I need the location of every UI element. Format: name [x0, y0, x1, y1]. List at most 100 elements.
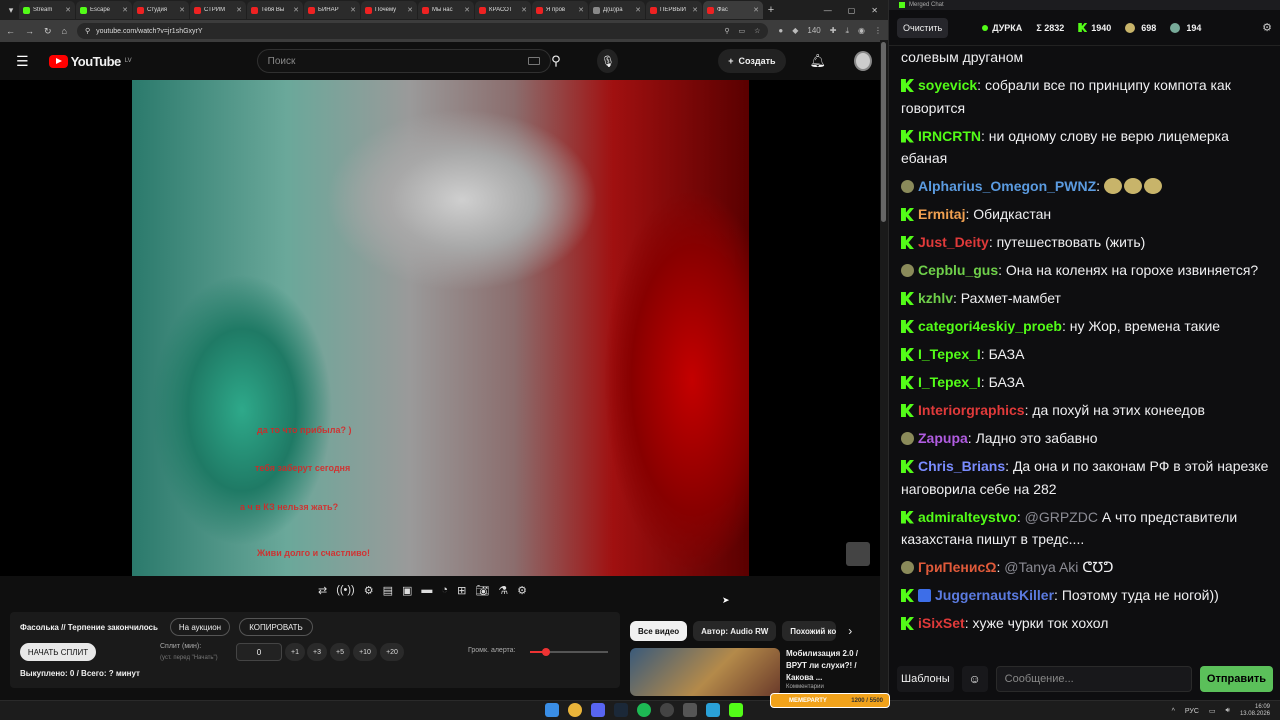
- discord-icon[interactable]: [591, 703, 605, 717]
- chat-username[interactable]: Ermitaj: [918, 206, 965, 222]
- reload-icon[interactable]: ↻: [44, 26, 52, 37]
- browser-tab[interactable]: СТРИМ ✕: [190, 1, 246, 19]
- on-auction-button[interactable]: На аукцион: [170, 618, 230, 636]
- chevron-right-icon[interactable]: ›: [848, 624, 852, 638]
- increment-button[interactable]: +5: [330, 643, 350, 661]
- message-input[interactable]: Сообщение...: [995, 666, 1192, 692]
- video-thumbnail[interactable]: [630, 648, 780, 696]
- chrome-icon[interactable]: [568, 703, 582, 717]
- chat-username[interactable]: Alpharius_Omegon_PWNZ: [918, 178, 1096, 194]
- extension-badge[interactable]: 140: [807, 26, 820, 36]
- lang-indicator[interactable]: РУС: [1185, 708, 1199, 715]
- flask-icon[interactable]: ⚗: [498, 584, 508, 597]
- new-tab-icon[interactable]: +: [764, 4, 778, 16]
- increment-button[interactable]: +3: [307, 643, 327, 661]
- browser-tab[interactable]: Почему ✕: [361, 1, 417, 19]
- back-icon[interactable]: ←: [6, 26, 15, 36]
- start-split-button[interactable]: НАЧАТЬ СПЛИТ: [20, 643, 96, 661]
- keyboard-icon[interactable]: [528, 57, 541, 65]
- chat-username[interactable]: I_Tepex_I: [918, 346, 981, 362]
- browser-tab[interactable]: ПЕРВЫЙ ✕: [646, 1, 702, 19]
- chat-username[interactable]: admiralteystvo: [918, 509, 1017, 525]
- kick-app-icon[interactable]: [729, 703, 743, 717]
- broadcast-icon[interactable]: ((•)): [336, 584, 355, 597]
- chat-username[interactable]: ГриПенисΩ: [918, 559, 996, 575]
- browser-tab[interactable]: КРАСОТ ✕: [475, 1, 531, 19]
- youtube-logo[interactable]: YouTube LV: [48, 54, 132, 69]
- close-tab-icon[interactable]: ✕: [293, 6, 299, 14]
- chip-author[interactable]: Автор: Audio RW: [693, 621, 777, 641]
- chat-username[interactable]: kzhlv: [918, 290, 953, 306]
- split-minutes-input[interactable]: 0: [236, 643, 282, 661]
- browser-tab[interactable]: Д(ш)ра ✕: [589, 1, 645, 19]
- search-input[interactable]: Поиск: [256, 49, 552, 73]
- forward-icon[interactable]: →: [25, 26, 34, 36]
- chip-all-videos[interactable]: Все видео: [630, 621, 688, 641]
- home-icon[interactable]: ⌂: [62, 26, 67, 36]
- obs-icon[interactable]: [660, 703, 674, 717]
- chat-mention[interactable]: @GRPZDC: [1025, 509, 1098, 525]
- close-window-icon[interactable]: ✕: [871, 6, 878, 15]
- scrollbar-thumb[interactable]: [881, 42, 886, 222]
- clear-button[interactable]: Очистить: [897, 17, 949, 38]
- close-tab-icon[interactable]: ✕: [350, 6, 356, 14]
- chat-username[interactable]: Zapupa: [918, 430, 968, 446]
- alert-volume-slider[interactable]: [530, 648, 608, 656]
- close-tab-icon[interactable]: ✕: [65, 6, 71, 14]
- increment-button[interactable]: +20: [380, 643, 404, 661]
- chat-settings-gear-icon[interactable]: ⚙: [1262, 21, 1272, 34]
- page-scrollbar[interactable]: [880, 40, 888, 700]
- chat-username[interactable]: soyevick: [918, 77, 977, 93]
- templates-button[interactable]: Шаблоны: [897, 666, 954, 692]
- download-icon[interactable]: ⤓: [845, 26, 849, 36]
- tray-arrow-icon[interactable]: ^: [1172, 708, 1175, 715]
- clock[interactable]: 16:09 13.08.2026: [1240, 704, 1270, 718]
- minimize-icon[interactable]: —: [824, 6, 832, 15]
- settings-video-icon[interactable]: ⚙: [364, 584, 374, 597]
- copy-button[interactable]: КОПИРОВАТЬ: [239, 618, 313, 636]
- bell-icon[interactable]: 🔔︎: [810, 53, 827, 69]
- site-info-icon[interactable]: ⚲: [85, 27, 90, 35]
- chat-username[interactable]: JuggernautsKiller: [935, 587, 1054, 603]
- chat-username[interactable]: iSixSet: [918, 615, 965, 631]
- emoji-icon[interactable]: ☺: [961, 666, 988, 692]
- cast-icon[interactable]: ▭: [739, 27, 746, 35]
- url-field[interactable]: ⚲ youtube.com/watch?v=jr1shGxyrY ⚲ ▭ ☆: [76, 23, 769, 39]
- browser-tab[interactable]: Escape ✕: [76, 1, 132, 19]
- hamburger-menu-icon[interactable]: ☰: [16, 53, 29, 70]
- search-icon[interactable]: ⚲: [551, 53, 577, 69]
- browser-tab[interactable]: Тебя Вы ✕: [247, 1, 303, 19]
- chat-username[interactable]: IRNCRTN: [918, 128, 981, 144]
- network-icon[interactable]: ▭: [1209, 707, 1216, 715]
- windows-start-icon[interactable]: [545, 703, 559, 717]
- close-tab-icon[interactable]: ✕: [407, 6, 413, 14]
- video-player[interactable]: да то что прибыла? ) тебя заберут сегодн…: [0, 80, 880, 576]
- browser-tab[interactable]: Stream ✕: [19, 1, 75, 19]
- clapper-icon[interactable]: ▤: [383, 584, 393, 597]
- browser-tab[interactable]: Я пров ✕: [532, 1, 588, 19]
- close-tab-icon[interactable]: ✕: [179, 6, 185, 14]
- chat-username[interactable]: I_Tepex_I: [918, 374, 981, 390]
- menu-icon[interactable]: ⋮: [874, 26, 882, 36]
- avatar[interactable]: [854, 51, 872, 71]
- chat-mention[interactable]: @Tanya Aki: [1004, 559, 1078, 575]
- increment-button[interactable]: +1: [285, 643, 305, 661]
- related-video-title[interactable]: Мобилизация 2.0 / ВРУТ ли слухи?! / Како…: [786, 648, 876, 684]
- browser-tab[interactable]: БИНАР ✕: [304, 1, 360, 19]
- spotify-icon[interactable]: [637, 703, 651, 717]
- telegram-icon[interactable]: [706, 703, 720, 717]
- cinema-icon[interactable]: ▬: [421, 584, 432, 597]
- maximize-icon[interactable]: ▢: [848, 6, 856, 15]
- browser-tab[interactable]: Мы нас ✕: [418, 1, 474, 19]
- extension-icon[interactable]: ◆: [792, 26, 798, 36]
- increment-button[interactable]: +10: [353, 643, 377, 661]
- chat-username[interactable]: Chris_Brians: [918, 458, 1005, 474]
- zoom-icon[interactable]: ⚲: [724, 27, 729, 35]
- close-tab-icon[interactable]: ✕: [236, 6, 242, 14]
- chat-username[interactable]: categori4eskiy_proeb: [918, 318, 1062, 334]
- chat-username[interactable]: Cepblu_gus: [918, 262, 998, 278]
- volume-icon[interactable]: 🔊︎: [1226, 707, 1230, 715]
- tab-search-icon[interactable]: ▾: [4, 3, 18, 17]
- chat-username[interactable]: Just_Deity: [918, 234, 989, 250]
- video-frame[interactable]: да то что прибыла? ) тебя заберут сегодн…: [132, 80, 749, 576]
